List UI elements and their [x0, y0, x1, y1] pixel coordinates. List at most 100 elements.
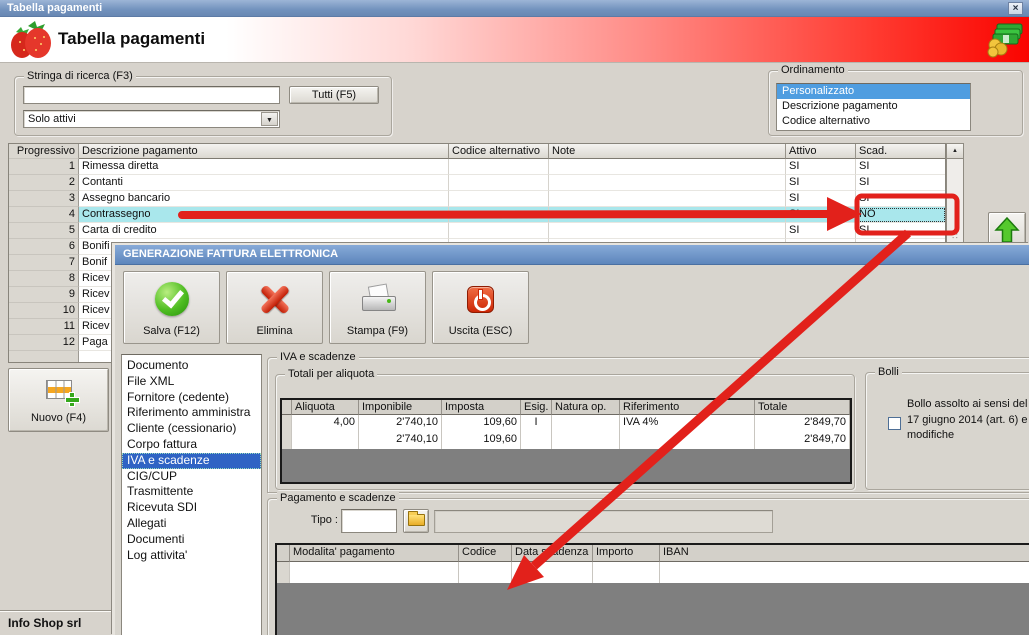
nav-item-ricevuta-sdi[interactable]: Ricevuta SDI — [122, 500, 261, 516]
all-button[interactable]: Tutti (F5) — [289, 86, 379, 104]
cell-note[interactable] — [549, 159, 786, 175]
cell-attivo[interactable]: SI — [786, 207, 856, 223]
tipo-lookup-button[interactable] — [403, 509, 429, 533]
close-icon[interactable]: × — [1008, 2, 1023, 15]
nav-item-allegati[interactable]: Allegati — [122, 516, 261, 532]
cell-codice[interactable] — [449, 223, 549, 239]
invoice-dialog: GENERAZIONE FATTURA ELETTRONICA Salva (F… — [112, 243, 1029, 635]
cell-scad[interactable]: SI — [856, 175, 945, 191]
cell-scad-focused[interactable]: NO — [856, 207, 945, 223]
exit-button[interactable]: Uscita (ESC) — [432, 271, 529, 344]
tipo-input[interactable] — [341, 509, 397, 533]
cell-attivo[interactable]: SI — [786, 191, 856, 207]
nav-item-fornitore[interactable]: Fornitore (cedente) — [122, 390, 261, 406]
window-titlebar[interactable]: Tabella pagamenti — [0, 0, 1029, 17]
column-header-note[interactable]: Note — [549, 144, 786, 159]
payment-col-iban[interactable]: IBAN — [660, 545, 1029, 562]
nav-item-log-attivita[interactable]: Log attivita' — [122, 548, 261, 564]
totals-cell[interactable]: 4,00 — [292, 415, 359, 432]
cell-scad[interactable]: SI — [856, 191, 945, 207]
cell-note[interactable] — [549, 191, 786, 207]
new-button[interactable]: Nuovo (F4) — [8, 368, 109, 432]
nav-item-documento[interactable]: Documento — [122, 358, 261, 374]
totals-cell[interactable]: 2'849,70 — [755, 415, 850, 432]
table-row[interactable]: 1 Rimessa diretta SI SI — [9, 159, 945, 175]
cell-note[interactable] — [549, 175, 786, 191]
totals-cell — [552, 432, 620, 449]
cell-descrizione[interactable]: Contanti — [79, 175, 449, 191]
payment-col-data[interactable]: Data scadenza — [512, 545, 593, 562]
scroll-up-icon[interactable]: ▲ — [947, 144, 963, 159]
payment-col-codice[interactable]: Codice — [459, 545, 512, 562]
totals-col-aliquota[interactable]: Aliquota — [292, 400, 359, 415]
totals-cell[interactable]: IVA 4% — [620, 415, 755, 432]
delete-button[interactable]: Elimina — [226, 271, 323, 344]
payment-col-importo[interactable]: Importo — [593, 545, 660, 562]
nav-item-file-xml[interactable]: File XML — [122, 374, 261, 390]
totals-col-imposta[interactable]: Imposta — [442, 400, 521, 415]
search-input[interactable] — [23, 86, 280, 104]
column-header-codice[interactable]: Codice alternativo — [449, 144, 549, 159]
totals-cell[interactable] — [552, 415, 620, 432]
nav-item-trasmittente[interactable]: Trasmittente — [122, 484, 261, 500]
totals-cell[interactable]: 2'740,10 — [359, 415, 442, 432]
dialog-titlebar[interactable]: GENERAZIONE FATTURA ELETTRONICA — [115, 245, 1029, 265]
bolli-group-label: Bolli — [875, 366, 902, 378]
chevron-down-icon[interactable]: ▼ — [261, 112, 278, 126]
payment-cell[interactable] — [660, 562, 1029, 583]
payment-col-modalita[interactable]: Modalita' pagamento — [290, 545, 459, 562]
totals-col-totale[interactable]: Totale — [755, 400, 850, 415]
payment-cell[interactable] — [593, 562, 660, 583]
cell-progressivo: 2 — [9, 175, 79, 191]
cell-attivo[interactable]: SI — [786, 223, 856, 239]
nav-item-documenti[interactable]: Documenti — [122, 532, 261, 548]
payment-cell[interactable] — [290, 562, 459, 583]
ordering-option-codice[interactable]: Codice alternativo — [777, 114, 970, 129]
nav-item-cig-cup[interactable]: CIG/CUP — [122, 469, 261, 485]
cell-descrizione[interactable]: Rimessa diretta — [79, 159, 449, 175]
cell-progressivo — [9, 351, 79, 362]
cell-descrizione[interactable]: Carta di credito — [79, 223, 449, 239]
cell-descrizione[interactable]: Contrassegno — [79, 207, 449, 223]
table-row[interactable]: 5 Carta di credito SI SI — [9, 223, 945, 239]
totals-cell[interactable]: I — [521, 415, 552, 432]
payment-cell[interactable] — [459, 562, 512, 583]
column-header-attivo[interactable]: Attivo — [786, 144, 856, 159]
table-row[interactable]: 2 Contanti SI SI — [9, 175, 945, 191]
cell-scad[interactable]: SI — [856, 159, 945, 175]
bollo-checkbox[interactable] — [888, 417, 901, 430]
check-icon — [154, 282, 189, 316]
cell-note[interactable] — [549, 223, 786, 239]
column-header-descrizione[interactable]: Descrizione pagamento — [79, 144, 449, 159]
nav-item-iva-scadenze[interactable]: IVA e scadenze — [122, 452, 261, 469]
payment-cell[interactable] — [512, 562, 593, 583]
cell-codice[interactable] — [449, 191, 549, 207]
delete-button-label: Elimina — [256, 325, 293, 337]
cell-attivo[interactable]: SI — [786, 159, 856, 175]
table-row[interactable]: 3 Assegno bancario SI SI — [9, 191, 945, 207]
column-header-scad[interactable]: Scad. — [856, 144, 945, 159]
save-button[interactable]: Salva (F12) — [123, 271, 220, 344]
cell-codice[interactable] — [449, 175, 549, 191]
ordering-option-personalizzato[interactable]: Personalizzato — [777, 84, 970, 99]
totals-col-imponibile[interactable]: Imponibile — [359, 400, 442, 415]
table-row-highlighted[interactable]: 4 Contrassegno SI NO — [9, 207, 945, 223]
column-header-progressivo[interactable]: Progressivo — [9, 144, 79, 159]
print-button[interactable]: Stampa (F9) — [329, 271, 426, 344]
totals-col-riferimento[interactable]: Riferimento — [620, 400, 755, 415]
cell-codice[interactable] — [449, 159, 549, 175]
cell-descrizione[interactable]: Assegno bancario — [79, 191, 449, 207]
filter-dropdown[interactable]: Solo attivi ▼ — [23, 110, 280, 128]
totals-col-natura[interactable]: Natura op. — [552, 400, 620, 415]
save-button-label: Salva (F12) — [143, 325, 200, 337]
nav-item-riferimento[interactable]: Riferimento amministra — [122, 405, 261, 421]
cell-scad[interactable]: SI — [856, 223, 945, 239]
cell-note[interactable] — [549, 207, 786, 223]
totals-col-esig[interactable]: Esig. — [521, 400, 552, 415]
cell-attivo[interactable]: SI — [786, 175, 856, 191]
nav-item-cliente[interactable]: Cliente (cessionario) — [122, 421, 261, 437]
ordering-option-descrizione[interactable]: Descrizione pagamento — [777, 99, 970, 114]
totals-cell[interactable]: 109,60 — [442, 415, 521, 432]
nav-item-corpo-fattura[interactable]: Corpo fattura — [122, 437, 261, 453]
cell-codice[interactable] — [449, 207, 549, 223]
